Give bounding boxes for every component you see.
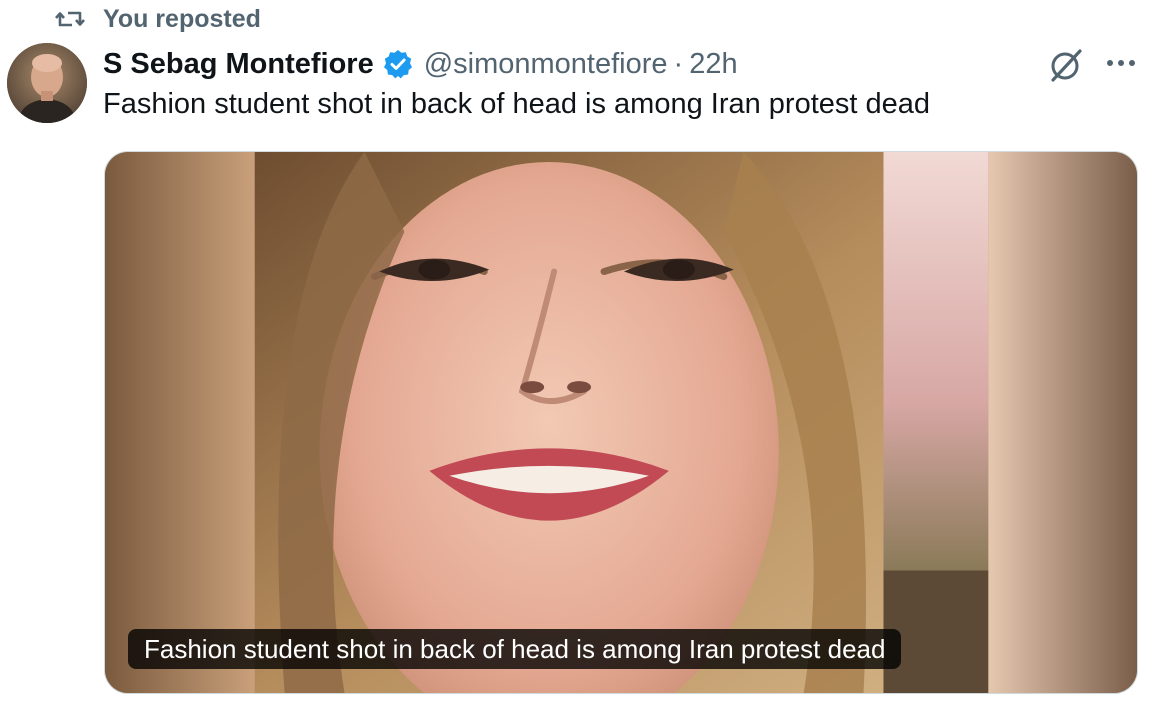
author-handle[interactable]: @simonmontefiore: [424, 48, 668, 81]
social-context: You reposted: [55, 3, 261, 35]
author-display-name[interactable]: S Sebag Montefiore: [103, 48, 374, 81]
media-caption: Fashion student shot in back of head is …: [128, 629, 902, 669]
media-photo: [105, 152, 1137, 693]
tweet-text: Fashion student shot in back of head is …: [103, 88, 931, 120]
social-context-label: You reposted: [103, 4, 261, 33]
tweet-header: S Sebag Montefiore @simonmontefiore · 22…: [103, 45, 738, 83]
repost-icon: [55, 11, 85, 27]
post-time[interactable]: 22h: [689, 48, 737, 81]
more-options-icon[interactable]: [1101, 47, 1141, 79]
separator-dot: ·: [673, 47, 684, 80]
avatar[interactable]: [7, 43, 87, 123]
verified-badge-icon: [383, 50, 412, 79]
media-card[interactable]: [104, 151, 1138, 694]
grok-icon[interactable]: [1046, 45, 1086, 85]
avatar-photo: [7, 43, 87, 123]
